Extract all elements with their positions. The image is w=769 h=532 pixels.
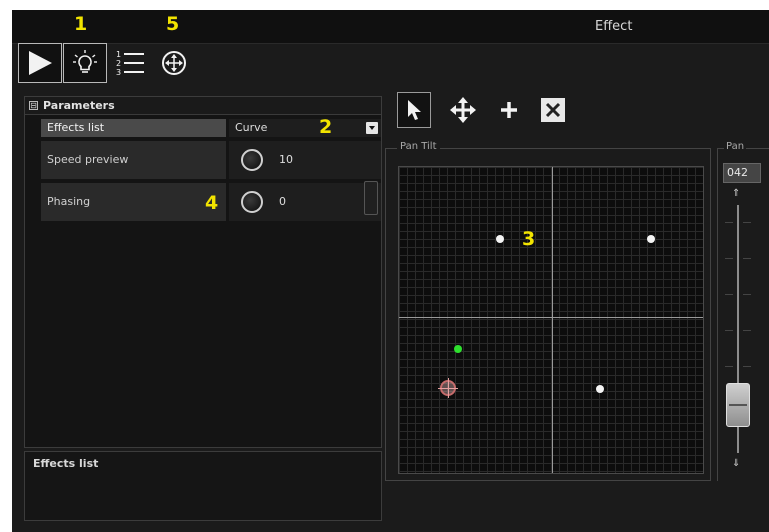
param-label-phasing: Phasing (41, 183, 226, 221)
pan-label: Pan (724, 141, 747, 152)
crosshair-move-icon (162, 51, 186, 75)
description-panel: Effects list (24, 451, 382, 521)
fader-tick (743, 366, 751, 367)
title-bar: Effect (12, 10, 769, 44)
dropdown-arrow-icon[interactable] (366, 122, 378, 134)
pointer-arrow-icon (408, 100, 421, 120)
position-button[interactable] (156, 45, 192, 81)
fader-tick (725, 258, 733, 259)
curve-start-point[interactable] (454, 345, 462, 353)
pan-tilt-label: Pan Tilt (397, 141, 440, 152)
curve-point[interactable] (496, 235, 504, 243)
phasing-knob-icon[interactable] (241, 191, 263, 213)
select-tool-button[interactable] (397, 92, 431, 128)
fader-tick (725, 330, 733, 331)
parameters-header[interactable]: ⊟ Parameters (25, 97, 381, 115)
fader-tick (725, 222, 733, 223)
pan-down-icon[interactable]: ⇓ (732, 458, 740, 469)
phasing-control[interactable]: 0 (229, 183, 381, 221)
lightbulb-button[interactable] (63, 43, 107, 83)
callout-3: 3 (522, 228, 536, 250)
parameters-scrollbar[interactable] (364, 181, 378, 215)
fader-tick (743, 258, 751, 259)
fader-tick (743, 222, 751, 223)
param-row-speed-preview[interactable]: Speed preview 10 (41, 141, 381, 179)
tilt-axis (552, 167, 553, 473)
move-arrows-icon (450, 97, 476, 123)
parameters-panel: ⊟ Parameters Effects list Curve Speed pr… (24, 96, 382, 448)
svg-text:3: 3 (116, 68, 121, 77)
phasing-value: 0 (279, 195, 286, 208)
numbered-list-button[interactable]: 1 2 3 (112, 45, 148, 81)
curve-point[interactable] (647, 235, 655, 243)
callout-4: 4 (205, 192, 219, 214)
add-point-button[interactable] (492, 92, 526, 128)
pan-value-display[interactable]: 042 (723, 163, 761, 183)
param-label-effects-list: Effects list (41, 119, 226, 137)
position-cursor[interactable] (438, 378, 458, 398)
speed-control[interactable]: 10 (229, 141, 381, 179)
svg-text:2: 2 (116, 59, 121, 68)
speed-value: 10 (279, 153, 293, 166)
delete-point-button[interactable] (536, 92, 570, 128)
pan-axis (399, 317, 703, 318)
param-label-speed-preview: Speed preview (41, 141, 226, 179)
fader-tick (743, 330, 751, 331)
speed-knob-icon[interactable] (241, 149, 263, 171)
numbered-list-icon: 1 2 3 (116, 50, 144, 77)
play-icon (29, 51, 52, 75)
description-title: Effects list (33, 457, 99, 470)
effect-window: Effect 1 5 1 2 3 ⊟ Parameters Effects li… (12, 10, 769, 532)
delete-x-icon (541, 98, 565, 122)
curve-point[interactable] (596, 385, 604, 393)
move-tool-button[interactable] (446, 92, 480, 128)
parameters-title: Parameters (43, 99, 115, 112)
pan-fader-frame (717, 148, 769, 481)
pan-tilt-grid[interactable] (398, 166, 704, 474)
pan-up-icon[interactable]: ⇑ (732, 188, 740, 199)
plus-icon (501, 102, 517, 118)
fader-tick (743, 294, 751, 295)
effect-select-value: Curve (235, 121, 268, 134)
lightbulb-icon (73, 50, 97, 73)
effect-select[interactable]: Curve (229, 119, 381, 137)
fader-tick (725, 294, 733, 295)
play-button[interactable] (18, 43, 62, 83)
svg-text:1: 1 (116, 50, 121, 59)
callout-1: 1 (74, 13, 88, 35)
pan-fader-knob[interactable] (726, 383, 750, 427)
fader-tick (725, 366, 733, 367)
window-title: Effect (595, 19, 633, 34)
callout-5: 5 (166, 13, 180, 35)
collapse-icon[interactable]: ⊟ (29, 101, 38, 110)
callout-2: 2 (319, 116, 333, 138)
